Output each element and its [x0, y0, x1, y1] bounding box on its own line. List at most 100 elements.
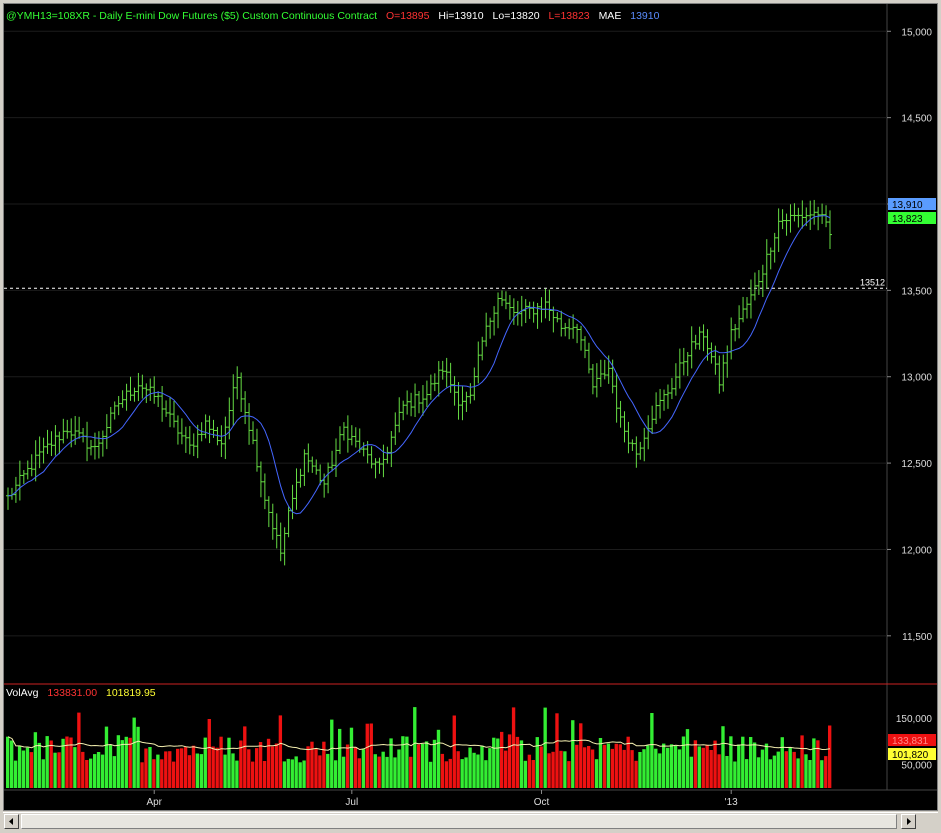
volume-bar [673, 745, 678, 788]
volume-bar [203, 737, 207, 788]
volume-bar [587, 746, 591, 788]
volume-bar [215, 747, 219, 788]
volume-bar [152, 759, 156, 788]
volume-bar [606, 743, 611, 788]
volume-bar [666, 747, 670, 788]
volume-bar [282, 761, 287, 788]
volume-bar [41, 759, 45, 788]
volume-bar [302, 760, 306, 788]
volume-bar [745, 759, 749, 788]
volume-bar [377, 756, 381, 788]
volume-bar [164, 751, 168, 788]
mae-badge-text: 13,910 [892, 200, 923, 211]
volume-bar [6, 736, 10, 788]
volume-bar [227, 737, 231, 788]
volume-bar [642, 749, 646, 788]
volume-bar [136, 726, 140, 788]
volume-bar [176, 748, 180, 788]
volume-bar [132, 717, 136, 788]
volume-bar [53, 752, 57, 788]
volume-bars [6, 707, 832, 788]
volume-bar [784, 751, 788, 788]
volume-bar [484, 760, 488, 788]
volume-bar [737, 744, 741, 788]
date-tick-label: '13 [725, 797, 738, 808]
volume-bar [638, 752, 642, 788]
volume-header: VolAvg 133831.00 101819.95 [6, 687, 156, 699]
chart-area[interactable]: 13512 11,50012,00012,50013,00013,50014,0… [3, 3, 938, 811]
volume-bar [500, 731, 504, 788]
volume-bar [345, 744, 350, 788]
volume-bar [824, 756, 828, 788]
volume-bar [658, 753, 662, 788]
volume-bar [179, 748, 184, 788]
volume-bar [551, 751, 555, 788]
volume-bar [689, 756, 694, 788]
volume-bar [219, 736, 223, 788]
volume-bar [646, 745, 650, 788]
volume-bar [306, 746, 310, 788]
volume-bar [385, 756, 389, 788]
volume-bar [507, 734, 512, 788]
volume-bar [452, 715, 456, 788]
volume-bar [148, 747, 152, 788]
volume-bar [33, 732, 38, 788]
volume-bar [567, 761, 571, 788]
volume-bar [100, 754, 105, 788]
volume-bar [610, 748, 615, 788]
volume-bar [349, 727, 354, 788]
volume-bar [598, 738, 603, 788]
volume-bar [764, 743, 769, 788]
volume-bar [424, 741, 429, 788]
volavg-label: VolAvg [6, 687, 39, 699]
chart-window: 13512 11,50012,00012,50013,00013,50014,0… [0, 0, 941, 832]
volume-bar [29, 752, 34, 788]
volume-bar [247, 749, 251, 788]
volume-bar [77, 712, 81, 788]
volume-bar [365, 723, 369, 788]
volume-bar [144, 748, 148, 788]
scroll-right-button[interactable] [901, 814, 916, 829]
volume-bar [523, 760, 528, 788]
volume-bar [804, 754, 808, 788]
volume-bar [504, 750, 508, 788]
volume-bar [590, 749, 595, 788]
volume-bar [223, 754, 227, 788]
price-volume-chart[interactable]: 13512 11,50012,00012,50013,00013,50014,0… [4, 4, 937, 810]
volume-bar [662, 743, 666, 788]
volume-bar [389, 738, 393, 788]
volume-bar [654, 748, 658, 788]
volume-bar [140, 762, 144, 788]
volume-bar [231, 753, 235, 788]
volume-bar [369, 723, 373, 788]
volume-bar [373, 754, 377, 788]
volume-bar [255, 748, 259, 788]
volume-bar [713, 740, 717, 788]
volume-bar [768, 759, 773, 788]
volume-bar [322, 741, 326, 788]
volume-bar [290, 759, 294, 788]
volume-bar [73, 747, 77, 788]
volume-bar [519, 740, 524, 788]
scrollbar-thumb[interactable] [21, 814, 897, 829]
volume-bar [21, 750, 26, 788]
volume-bar [531, 760, 535, 788]
volume-bar [634, 760, 638, 788]
volume-bar [796, 758, 800, 788]
volume-bar [788, 747, 792, 788]
volume-bar [717, 754, 721, 788]
volume-bar [17, 746, 22, 788]
last-volume-badge-text: 133,831 [892, 736, 929, 747]
price-tick-label: 12,000 [901, 545, 932, 556]
volavg-value-2: 101819.95 [106, 687, 156, 699]
volume-bar [191, 745, 196, 788]
volume-bar [341, 756, 346, 788]
volume-bar [721, 726, 725, 788]
volume-bar [172, 761, 176, 788]
volume-bar [575, 744, 579, 788]
volume-bar [314, 748, 318, 788]
horizontal-scrollbar[interactable] [3, 812, 938, 830]
price-tick-label: 15,000 [901, 27, 932, 38]
volume-bar [274, 743, 279, 788]
scroll-left-button[interactable] [4, 814, 19, 829]
